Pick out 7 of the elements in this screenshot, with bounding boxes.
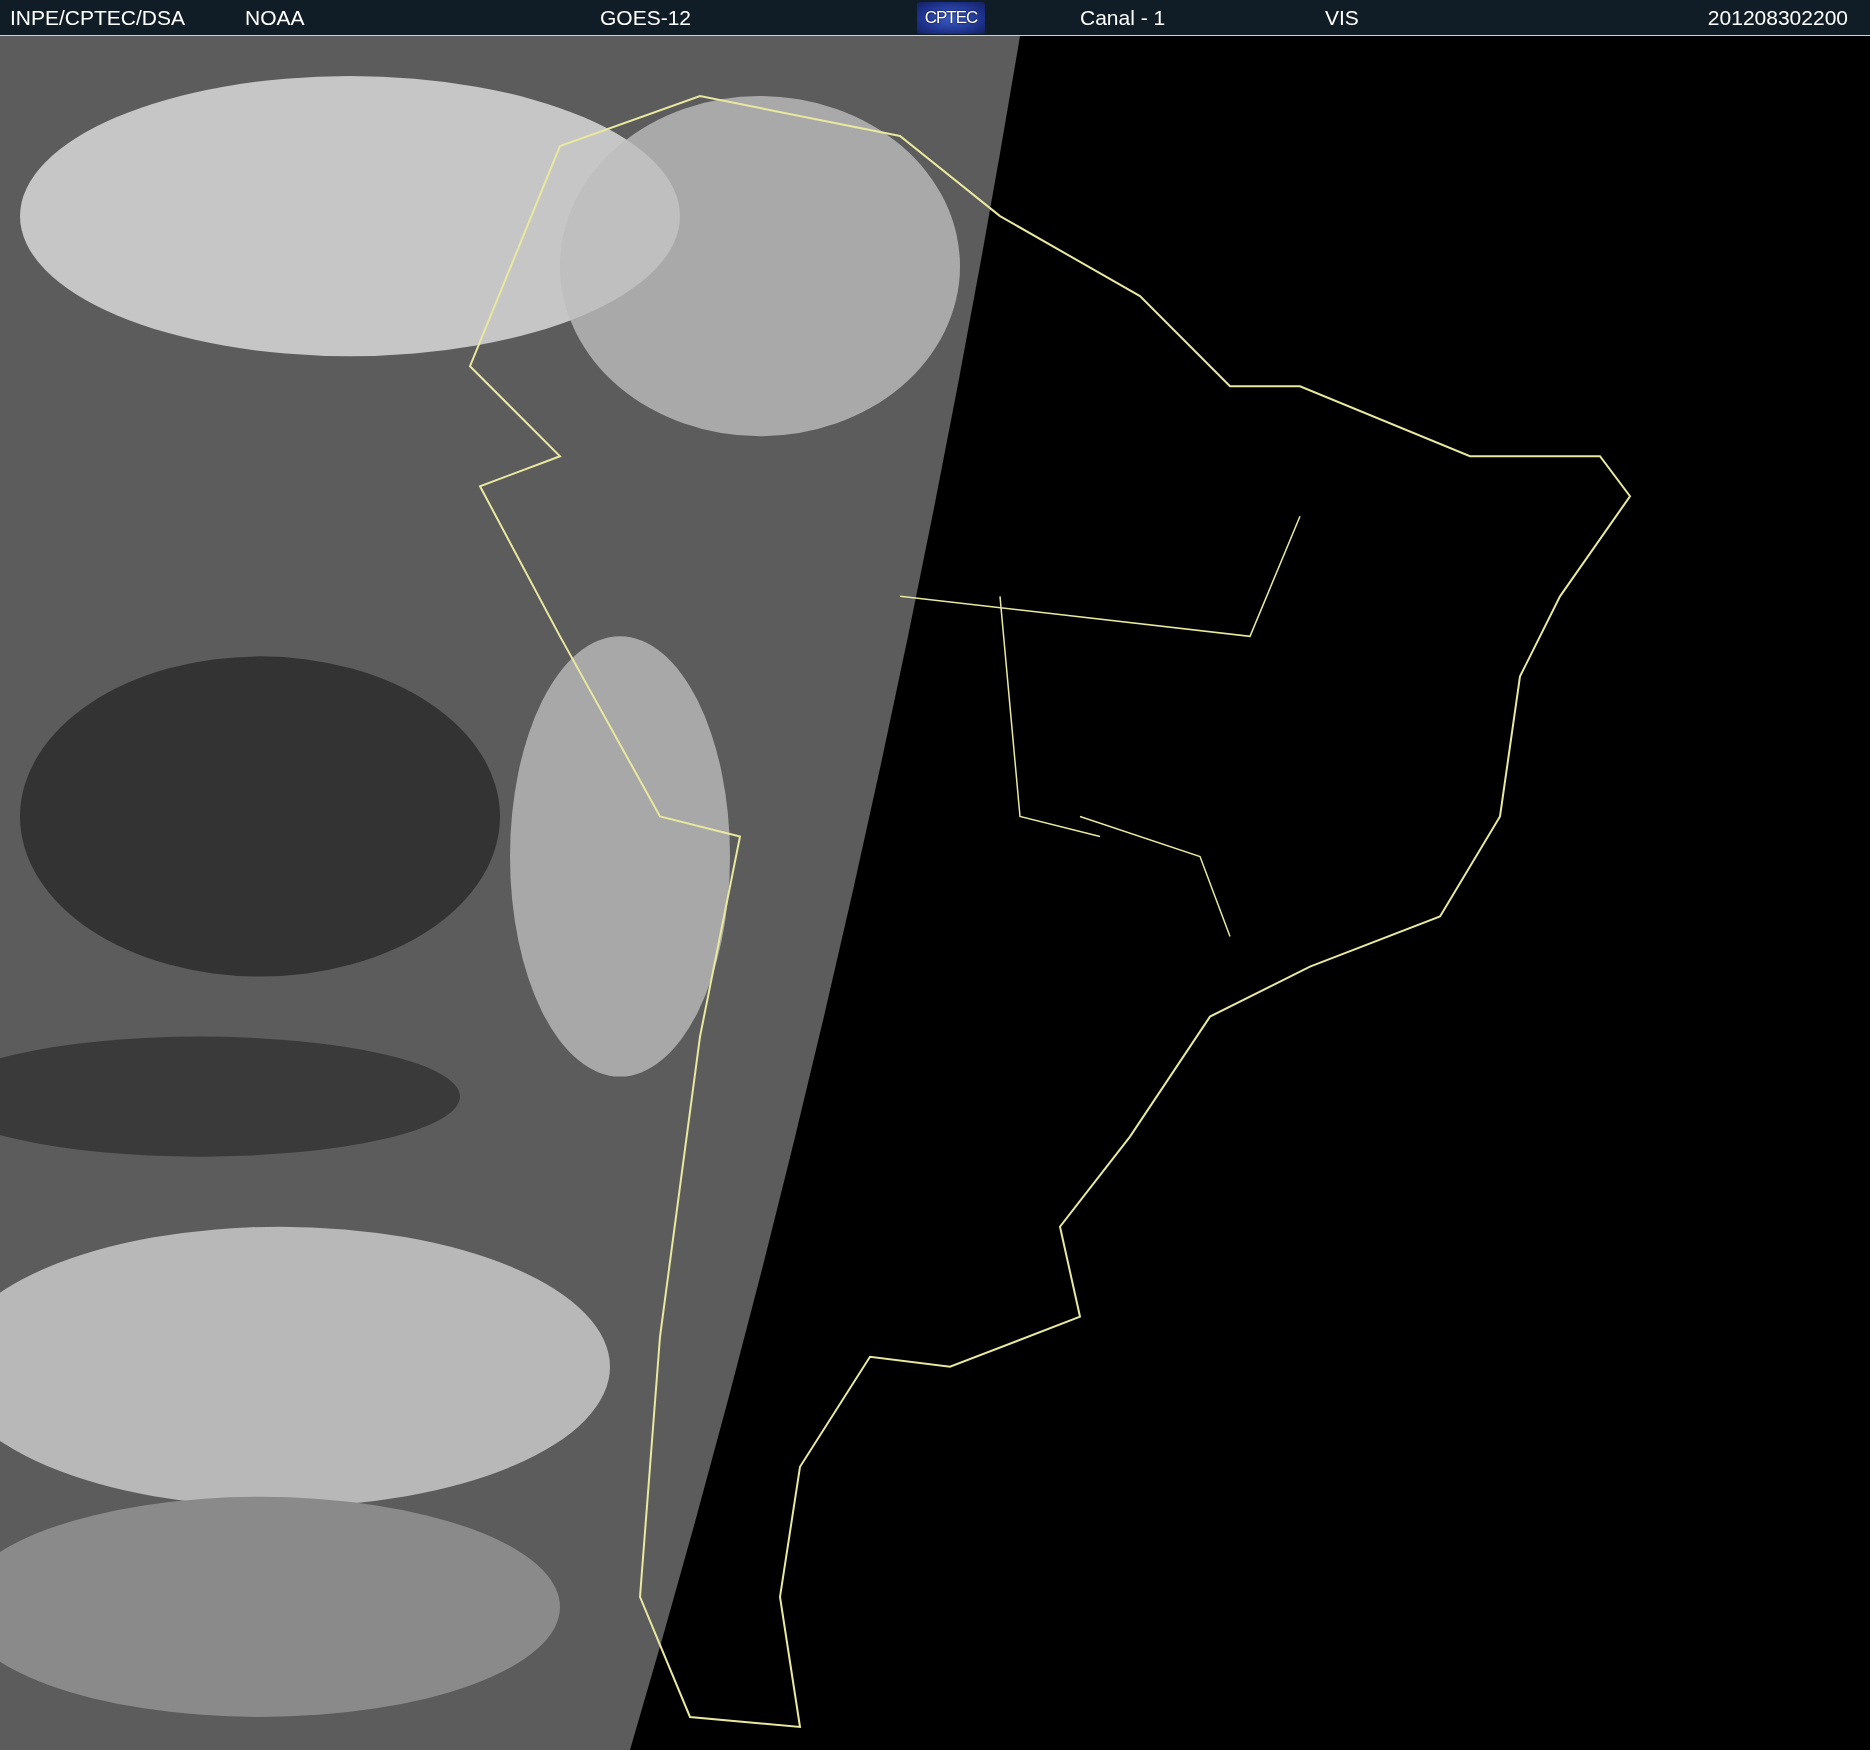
header-label: Canal - 1: [1080, 5, 1166, 30]
logo: CPTEC: [917, 1, 985, 34]
timestamp: 201208302200: [1707, 5, 1848, 30]
header-label: NOAA: [245, 5, 305, 30]
header-label: GOES-12: [600, 5, 692, 30]
header-label: VIS: [1325, 5, 1359, 30]
header-label: INPE/CPTEC/DSA: [10, 5, 186, 30]
